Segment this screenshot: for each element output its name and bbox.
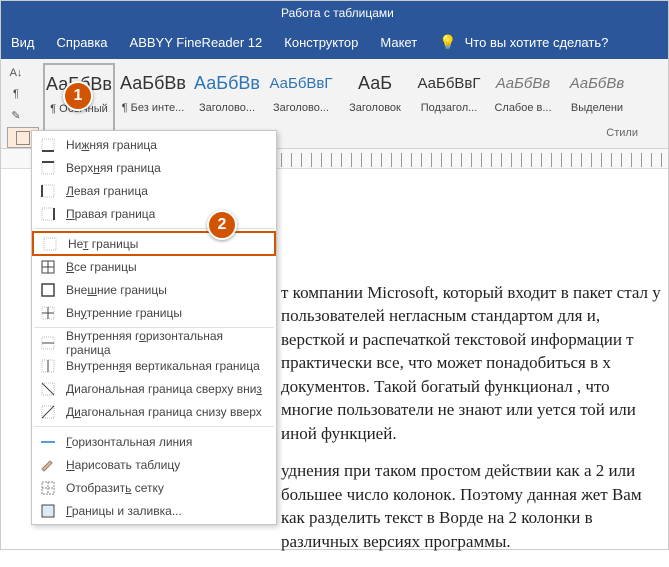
dropdown-item-label: Горизонтальная линия (66, 435, 192, 449)
dropdown-item-draw[interactable]: Нарисовать таблицу (32, 453, 276, 476)
style-sample: АаБбВвГ (269, 66, 332, 100)
border-top-icon (40, 160, 56, 176)
diag-down-icon (40, 381, 56, 397)
border-all-icon (40, 259, 56, 275)
menu-help[interactable]: Справка (57, 35, 108, 50)
dropdown-item-label: Отобразить сетку (66, 481, 164, 495)
diag-up-icon (40, 404, 56, 420)
borders-dropdown: Нижняя граница Верхняя граница Левая грани… (31, 130, 277, 525)
style-name: Заголовок (349, 102, 401, 114)
style-name: Подзагол... (421, 102, 478, 114)
paragraph-mark-icon[interactable]: ¶ (7, 86, 25, 103)
dropdown-item-border-left[interactable]: Левая граница (32, 179, 276, 202)
menu-layout[interactable]: Макет (380, 35, 417, 50)
callout-marker-2: 2 (207, 210, 237, 240)
menu-view[interactable]: Вид (11, 35, 35, 50)
draw-icon (40, 457, 56, 473)
document-body: т компании Microsoft, который входит в п… (281, 281, 662, 567)
style-name: ¶ Без инте... (122, 102, 185, 114)
dropdown-item-border-inner[interactable]: Внутренние границы (32, 301, 276, 324)
menu-abbyy[interactable]: ABBYY FineReader 12 (130, 35, 263, 50)
dropdown-item-label: Диагональная граница сверху вниз (66, 382, 262, 396)
hline-icon (40, 434, 56, 450)
lightbulb-icon: 💡 (439, 34, 456, 51)
dropdown-item-hline[interactable]: Горизонтальная линия (32, 430, 276, 453)
border-bottom-icon (40, 137, 56, 153)
dropdown-item-label: Внутренняя горизонтальная граница (66, 329, 268, 357)
doc-paragraph: т компании Microsoft, который входит в п… (281, 281, 662, 445)
dropdown-item-label: Нет границы (68, 237, 138, 251)
style-sample: АаБбВв (120, 66, 186, 100)
border-h-icon (40, 335, 56, 351)
style-name: Выделени (571, 102, 623, 114)
style-sample: АаБбВв (496, 66, 550, 100)
dropdown-item-grid[interactable]: Отобразить сетку (32, 476, 276, 499)
sort-icon[interactable]: A↓ (7, 65, 25, 82)
style-item[interactable]: АаБбВв Слабое в... (487, 63, 559, 148)
doc-paragraph: уднения при таком простом действии как а… (281, 459, 662, 553)
dropdown-item-label: Диагональная граница снизу вверх (66, 405, 262, 419)
dropdown-item-border-none[interactable]: Нет границы (32, 231, 276, 256)
context-tab-label: Работа с таблицами (281, 6, 394, 20)
dropdown-item-label: Верхняя граница (66, 161, 161, 175)
title-context-tab: Работа с таблицами (1, 1, 668, 25)
dropdown-item-label: Границы и заливка... (66, 504, 182, 518)
dropdown-item-label: Внутренняя вертикальная граница (66, 359, 260, 373)
dropdown-item-label: Левая граница (66, 184, 148, 198)
clear-format-icon[interactable]: ✎ (7, 107, 25, 124)
border-right-icon (40, 206, 56, 222)
style-item[interactable]: АаБбВвГ Подзагол... (413, 63, 485, 148)
dropdown-item-label: Внутренние границы (66, 306, 182, 320)
dropdown-item-border-h[interactable]: Внутренняя горизонтальная граница (32, 331, 276, 354)
dropdown-item-border-all[interactable]: Все границы (32, 255, 276, 278)
style-name: Заголово... (199, 102, 255, 114)
border-v-icon (40, 358, 56, 374)
style-name: Заголово... (273, 102, 329, 114)
borders-shading-icon (40, 503, 56, 519)
style-sample: АаБбВвГ (417, 66, 480, 100)
style-sample: АаБбВв (570, 66, 624, 100)
dropdown-item-label: Правая граница (66, 207, 155, 221)
menu-tellme[interactable]: Что вы хотите сделать? (465, 35, 609, 50)
dropdown-item-borders-shading[interactable]: Границы и заливка... (32, 499, 276, 522)
styles-group-label: Стили (606, 127, 638, 139)
border-left-icon (40, 183, 56, 199)
style-name: Слабое в... (494, 102, 551, 114)
dropdown-separator (34, 228, 274, 229)
dropdown-item-diag-up[interactable]: Диагональная граница снизу вверх (32, 400, 276, 423)
dropdown-item-border-v[interactable]: Внутренняя вертикальная граница (32, 354, 276, 377)
dropdown-item-label: Все границы (66, 260, 137, 274)
dropdown-item-diag-down[interactable]: Диагональная граница сверху вниз (32, 377, 276, 400)
style-sample: АаБбВв (194, 66, 260, 100)
dropdown-item-border-top[interactable]: Верхняя граница (32, 156, 276, 179)
border-outer-icon (40, 282, 56, 298)
border-none-icon (42, 236, 58, 252)
dropdown-item-label: Внешние границы (66, 283, 167, 297)
border-inner-icon (40, 305, 56, 321)
dropdown-item-label: Нарисовать таблицу (66, 458, 180, 472)
dropdown-item-border-bottom[interactable]: Нижняя граница (32, 133, 276, 156)
border-icon (16, 131, 30, 145)
style-sample: АаБ (358, 66, 392, 100)
menu-bar: Вид Справка ABBYY FineReader 12 Конструк… (1, 25, 668, 59)
ruler-ticks (281, 153, 668, 167)
grid-icon (40, 480, 56, 496)
style-item[interactable]: АаБ Заголовок (339, 63, 411, 148)
dropdown-item-border-outer[interactable]: Внешние границы (32, 278, 276, 301)
dropdown-item-label: Нижняя граница (66, 138, 157, 152)
dropdown-item-border-right[interactable]: Правая граница (32, 202, 276, 225)
menu-design[interactable]: Конструктор (284, 35, 358, 50)
dropdown-separator (34, 426, 274, 427)
callout-marker-1: 1 (63, 81, 93, 111)
